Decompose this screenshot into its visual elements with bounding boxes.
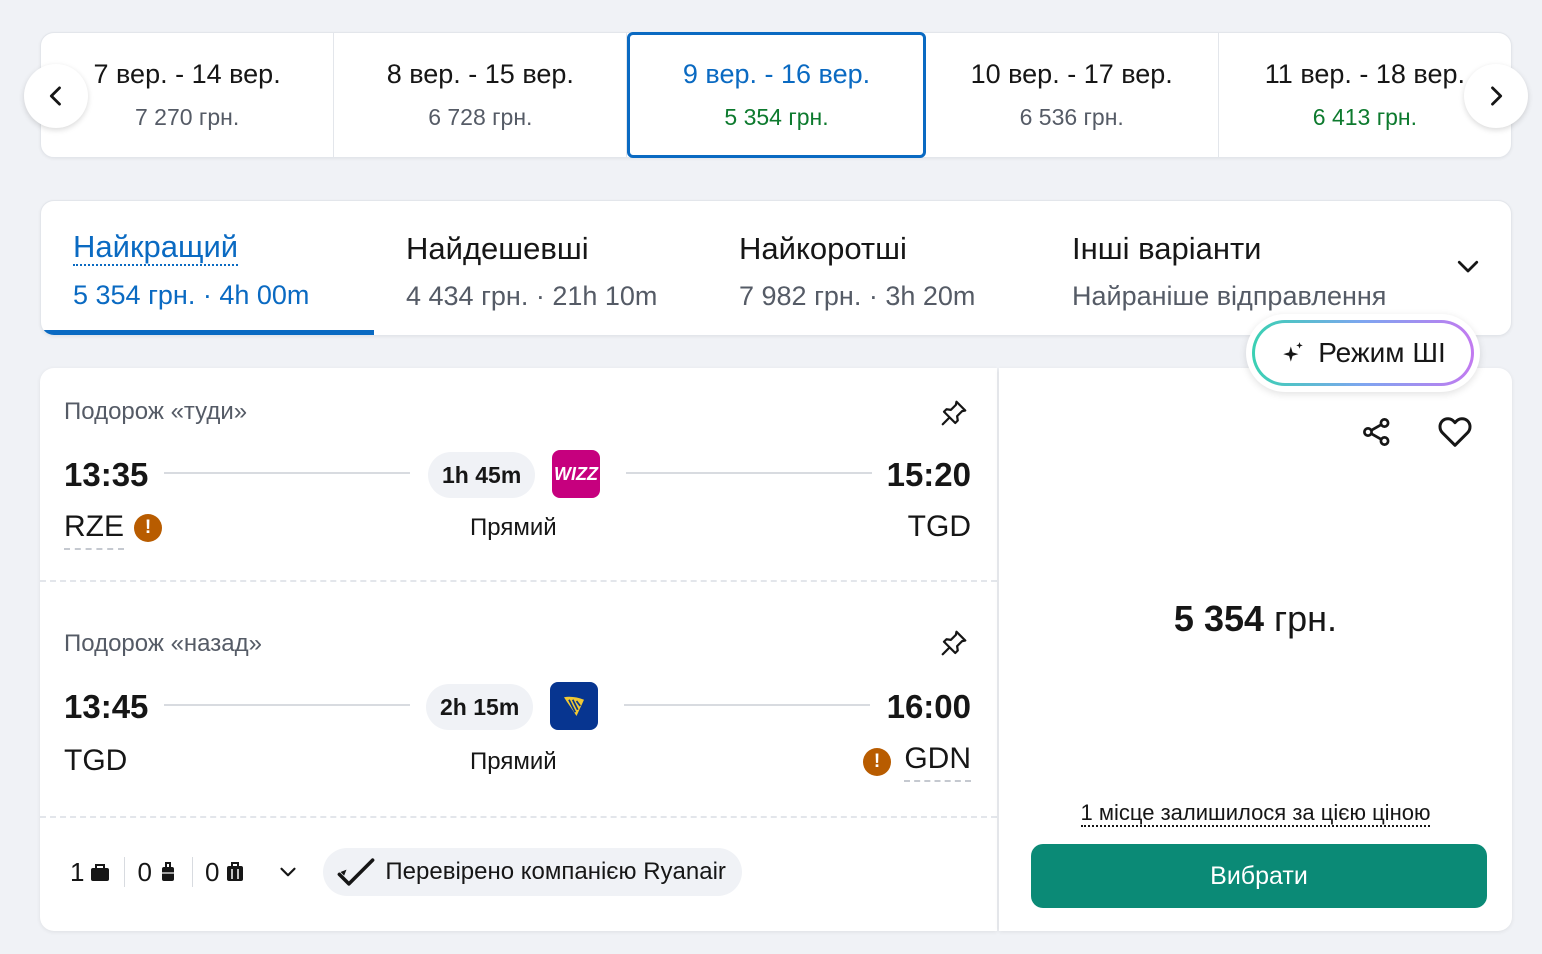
duration-badge: 2h 15m xyxy=(426,684,534,730)
date-price: 6 536 грн. xyxy=(1019,104,1124,130)
depart-time: 13:45 xyxy=(64,688,149,725)
date-option-2[interactable]: 8 вер. - 15 вер. 6 728 грн. xyxy=(334,33,628,157)
arrive-time: 16:00 xyxy=(886,688,971,725)
leg-label: Подорож «назад» xyxy=(64,630,262,657)
verified-label: Перевірено компанією Ryanair xyxy=(385,858,726,885)
total-price: 5 354 грн. xyxy=(999,598,1512,640)
tab-cheapest[interactable]: Найдешевші 4 434 грн. · 21h 10m xyxy=(374,201,707,335)
bag-count: 0 xyxy=(137,856,152,887)
heart-icon[interactable] xyxy=(1435,412,1475,452)
result-card-itinerary[interactable]: Подорож «туди» 13:35 1h 45m WIZZ 15:20 R… xyxy=(40,368,997,931)
ryanair-logo xyxy=(550,682,598,730)
route-line xyxy=(624,704,870,706)
next-dates-button[interactable] xyxy=(1464,64,1528,128)
checked-bag-count[interactable]: 0 xyxy=(193,857,259,887)
warning-icon[interactable]: ! xyxy=(134,514,162,542)
date-range: 7 вер. - 14 вер. xyxy=(93,59,281,89)
arrive-time: 15:20 xyxy=(886,456,971,493)
stops-label: Прямий xyxy=(470,748,557,775)
carry-on-bag-icon xyxy=(161,862,174,881)
verified-badge[interactable]: Перевірено компанією Ryanair xyxy=(323,848,742,896)
chevron-down-icon[interactable] xyxy=(275,859,301,885)
destination-airport[interactable]: GDN xyxy=(904,742,971,782)
pin-icon[interactable] xyxy=(939,398,969,428)
checked-bag-icon xyxy=(227,862,244,881)
carry-on-count[interactable]: 0 xyxy=(125,856,193,887)
tab-subtitle: 7 982 грн. · 3h 20m xyxy=(739,281,976,311)
chevron-right-icon xyxy=(1491,86,1503,106)
price-amount: 5 354 xyxy=(1173,598,1265,639)
bag-count: 0 xyxy=(204,856,220,887)
tab-title: Найкоротші xyxy=(739,231,907,266)
date-range: 9 вер. - 16 вер. xyxy=(682,59,871,89)
duration-badge: 1h 45m xyxy=(428,452,536,498)
tab-subtitle: Найраніше відправлення xyxy=(1072,281,1387,311)
share-icon[interactable] xyxy=(1359,414,1395,450)
date-price: 6 413 грн. xyxy=(1312,104,1418,130)
destination-airport: TGD xyxy=(907,510,971,543)
result-card-price: 5 354 грн. 1 місце залишилося за цією ці… xyxy=(999,368,1512,931)
pin-icon[interactable] xyxy=(939,628,969,658)
date-range: 8 вер. - 15 вер. xyxy=(386,59,574,89)
tab-subtitle: 4 434 грн. · 21h 10m xyxy=(406,281,658,311)
chevron-left-icon xyxy=(49,86,61,106)
wizz-air-logo: WIZZ xyxy=(552,450,600,498)
tab-best[interactable]: Найкращий 5 354 грн. · 4h 00m xyxy=(41,201,374,335)
date-range: 10 вер. - 17 вер. xyxy=(970,59,1173,89)
prev-dates-button[interactable] xyxy=(24,64,88,128)
route-line xyxy=(164,472,410,474)
tab-title: Найкращий xyxy=(73,229,239,266)
date-price: 7 270 грн. xyxy=(134,104,240,130)
tab-fastest[interactable]: Найкоротші 7 982 грн. · 3h 20m xyxy=(707,201,1040,335)
ai-mode-label: Режим ШІ xyxy=(1318,337,1446,368)
tab-title: Інші варіанти xyxy=(1072,231,1262,266)
route-line xyxy=(626,472,872,474)
date-option-3-selected[interactable]: 9 вер. - 16 вер. 5 354 грн. xyxy=(627,32,926,158)
chevron-down-icon[interactable] xyxy=(1453,251,1483,281)
route-line xyxy=(164,704,410,706)
price-currency: грн. xyxy=(1264,598,1338,639)
date-strip: 7 вер. - 14 вер. 7 270 грн. 8 вер. - 15 … xyxy=(40,32,1512,158)
leg-label: Подорож «туди» xyxy=(64,398,248,425)
origin-airport[interactable]: RZE xyxy=(64,510,124,550)
verified-check-icon xyxy=(338,858,375,886)
date-price: 6 728 грн. xyxy=(428,104,533,130)
personal-item-count[interactable]: 1 xyxy=(64,856,126,887)
bag-count: 1 xyxy=(70,856,85,887)
sparkle-icon xyxy=(1283,342,1303,362)
depart-time: 13:35 xyxy=(64,456,149,493)
ai-mode-button[interactable]: Режим ШІ xyxy=(1246,314,1480,392)
fare-details-row: 1 0 0 Перевірено компанією Ryanair xyxy=(64,848,742,896)
origin-airport: TGD xyxy=(64,744,128,777)
seats-left-text: 1 місце залишилося за цією ціною xyxy=(1080,800,1431,827)
date-option-4[interactable]: 10 вер. - 17 вер. 6 536 грн. xyxy=(926,33,1219,157)
warning-icon[interactable]: ! xyxy=(863,748,891,776)
outbound-leg: Подорож «туди» 13:35 1h 45m WIZZ 15:20 R… xyxy=(40,368,997,582)
date-range: 11 вер. - 18 вер. xyxy=(1264,59,1466,89)
select-button[interactable]: Вибрати xyxy=(1031,844,1487,908)
ryanair-harp-icon xyxy=(564,696,584,716)
ai-mode-inner: Режим ШІ xyxy=(1252,320,1474,386)
personal-bag-icon xyxy=(91,864,110,881)
stops-label: Прямий xyxy=(470,514,557,541)
seats-left-notice[interactable]: 1 місце залишилося за цією ціною xyxy=(999,800,1512,827)
date-price: 5 354 грн. xyxy=(724,104,829,130)
tab-title: Найдешевші xyxy=(406,231,589,266)
tab-subtitle: 5 354 грн. · 4h 00m xyxy=(73,279,310,310)
inbound-leg: Подорож «назад» 13:45 2h 15m 16:00 TGD П… xyxy=(40,584,997,818)
